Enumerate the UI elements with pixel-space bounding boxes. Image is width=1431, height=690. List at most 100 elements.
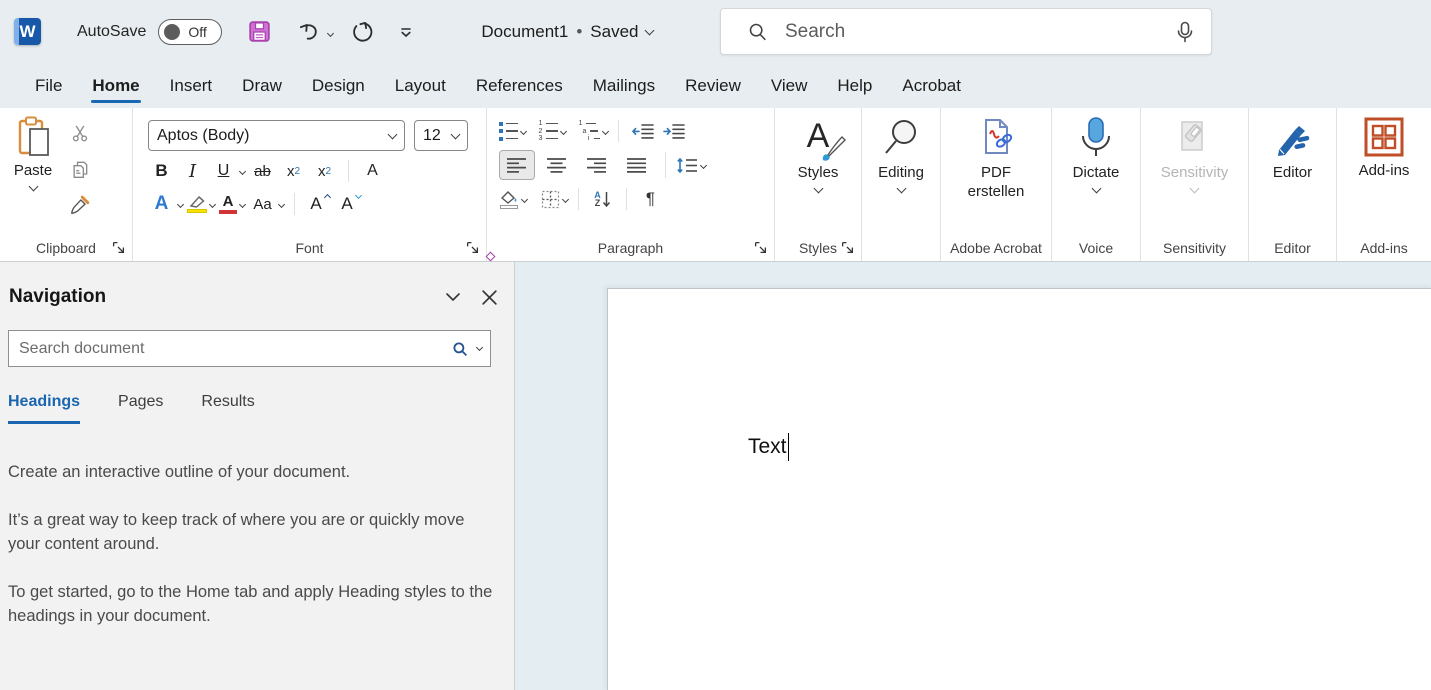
undo-dropdown-chevron-icon[interactable]	[327, 30, 334, 37]
document-canvas[interactable]: Text	[515, 262, 1431, 690]
strikethrough-button[interactable]: ab	[249, 158, 276, 184]
tab-draw[interactable]: Draw	[227, 63, 297, 108]
editor-group-label: Editor	[1274, 240, 1311, 256]
tab-file[interactable]: File	[20, 63, 77, 108]
multilevel-list-button[interactable]: 1 a i	[578, 121, 608, 141]
undo-button[interactable]	[292, 15, 326, 49]
change-case-button[interactable]: Aa	[249, 191, 284, 217]
italic-button[interactable]: I	[179, 158, 206, 184]
font-size-combo[interactable]: 12	[414, 120, 468, 151]
subscript-base: x	[287, 163, 295, 180]
search-options-chevron-icon[interactable]	[476, 344, 483, 351]
autosave-label: AutoSave	[77, 23, 146, 41]
font-name-combo[interactable]: Aptos (Body)	[148, 120, 405, 151]
document-text[interactable]: Text	[748, 433, 789, 461]
tab-home[interactable]: Home	[77, 63, 154, 108]
document-title[interactable]: Document1 • Saved	[481, 22, 653, 42]
redo-button[interactable]	[345, 15, 379, 49]
document-search-input[interactable]	[19, 340, 451, 358]
dialog-launcher-icon	[754, 241, 767, 254]
document-search-box[interactable]	[8, 330, 491, 367]
customize-quick-access-button[interactable]	[389, 15, 423, 49]
align-left-button[interactable]	[499, 150, 535, 180]
sensitivity-chevron-icon	[1190, 184, 1200, 194]
superscript-button[interactable]: x2	[311, 158, 338, 184]
paste-dropdown-chevron-icon[interactable]	[28, 182, 38, 192]
format-painter-button[interactable]	[66, 192, 93, 218]
nav-tab-headings[interactable]: Headings	[8, 393, 80, 424]
paste-button[interactable]: Paste	[0, 108, 66, 234]
document-page[interactable]: Text	[607, 288, 1431, 690]
document-search-icon[interactable]	[451, 340, 469, 358]
grow-font-button[interactable]: A	[305, 191, 332, 217]
line-spacing-button[interactable]	[676, 157, 706, 174]
add-ins-button[interactable]: Add-ins	[1359, 108, 1410, 234]
quick-access-toolbar: W AutoSave Off	[0, 15, 423, 49]
editor-icon	[1271, 116, 1315, 160]
navigation-pane-close-button[interactable]	[474, 282, 504, 312]
clipboard-group-label: Clipboard	[36, 240, 96, 256]
editor-button[interactable]: Editor	[1271, 108, 1315, 234]
tab-review[interactable]: Review	[670, 63, 756, 108]
align-right-button[interactable]	[579, 150, 615, 180]
grow-caret-icon	[324, 193, 331, 200]
increase-indent-button[interactable]	[660, 118, 687, 144]
show-formatting-marks-button[interactable]: ¶	[637, 186, 664, 212]
autosave-toggle[interactable]: Off	[158, 19, 222, 45]
styles-dialog-launcher[interactable]	[841, 240, 856, 255]
tab-layout[interactable]: Layout	[380, 63, 461, 108]
search-input[interactable]	[785, 21, 1175, 43]
paragraph-dialog-launcher[interactable]	[754, 240, 769, 255]
tab-acrobat[interactable]: Acrobat	[887, 63, 976, 108]
group-sensitivity: Sensitivity Sensitivity	[1141, 108, 1249, 261]
title-separator: •	[576, 22, 582, 42]
copy-button[interactable]	[66, 156, 93, 182]
pdf-erstellen-button[interactable]: PDF erstellen	[958, 108, 1034, 234]
tab-view[interactable]: View	[756, 63, 823, 108]
navigation-pane-collapse-button[interactable]	[438, 282, 468, 312]
dictate-button[interactable]: Dictate	[1073, 108, 1120, 234]
search-box[interactable]	[720, 8, 1212, 55]
text-effects-button[interactable]: A	[148, 191, 183, 217]
word-logo-icon[interactable]: W	[14, 18, 41, 45]
nav-tab-pages[interactable]: Pages	[118, 393, 163, 424]
borders-button[interactable]	[541, 190, 568, 209]
tab-help[interactable]: Help	[822, 63, 887, 108]
cut-button[interactable]	[66, 120, 93, 146]
bullets-button[interactable]	[499, 121, 526, 141]
sort-button[interactable]: A Z	[589, 186, 616, 212]
numbering-button[interactable]: 1 2 3	[538, 121, 566, 141]
underline-button[interactable]: U	[210, 158, 245, 184]
tab-mailings[interactable]: Mailings	[578, 63, 670, 108]
save-button[interactable]	[242, 15, 276, 49]
styles-button[interactable]: A Styles	[796, 108, 840, 234]
group-styles: A Styles Styles	[775, 108, 862, 261]
tab-references[interactable]: References	[461, 63, 578, 108]
save-icon	[247, 19, 272, 44]
editing-button[interactable]: Editing	[878, 108, 924, 234]
shrink-font-button[interactable]: A	[336, 191, 363, 217]
tab-insert[interactable]: Insert	[155, 63, 228, 108]
font-dialog-launcher[interactable]	[466, 240, 481, 255]
add-ins-group-label: Add-ins	[1360, 240, 1407, 256]
editing-label: Editing	[878, 163, 924, 182]
sensitivity-button[interactable]: Sensitivity	[1161, 108, 1229, 234]
justify-button[interactable]	[619, 150, 655, 180]
decrease-indent-button[interactable]	[629, 118, 656, 144]
subscript-button[interactable]: x2	[280, 158, 307, 184]
align-center-button[interactable]	[539, 150, 575, 180]
highlight-button[interactable]	[187, 195, 215, 213]
sort-arrow-icon	[602, 191, 611, 208]
tab-design[interactable]: Design	[297, 63, 380, 108]
highlight-icon	[187, 195, 207, 213]
chevron-down-icon	[444, 288, 462, 306]
clipboard-dialog-launcher[interactable]	[112, 240, 127, 255]
bold-button[interactable]: B	[148, 158, 175, 184]
mic-icon[interactable]	[1175, 20, 1195, 44]
font-color-button[interactable]: A	[219, 195, 245, 214]
underline-chevron-icon	[239, 167, 246, 174]
clear-formatting-button[interactable]: A	[359, 158, 386, 184]
copy-icon	[70, 159, 90, 179]
nav-tab-results[interactable]: Results	[201, 393, 254, 424]
shading-button[interactable]	[499, 190, 527, 209]
